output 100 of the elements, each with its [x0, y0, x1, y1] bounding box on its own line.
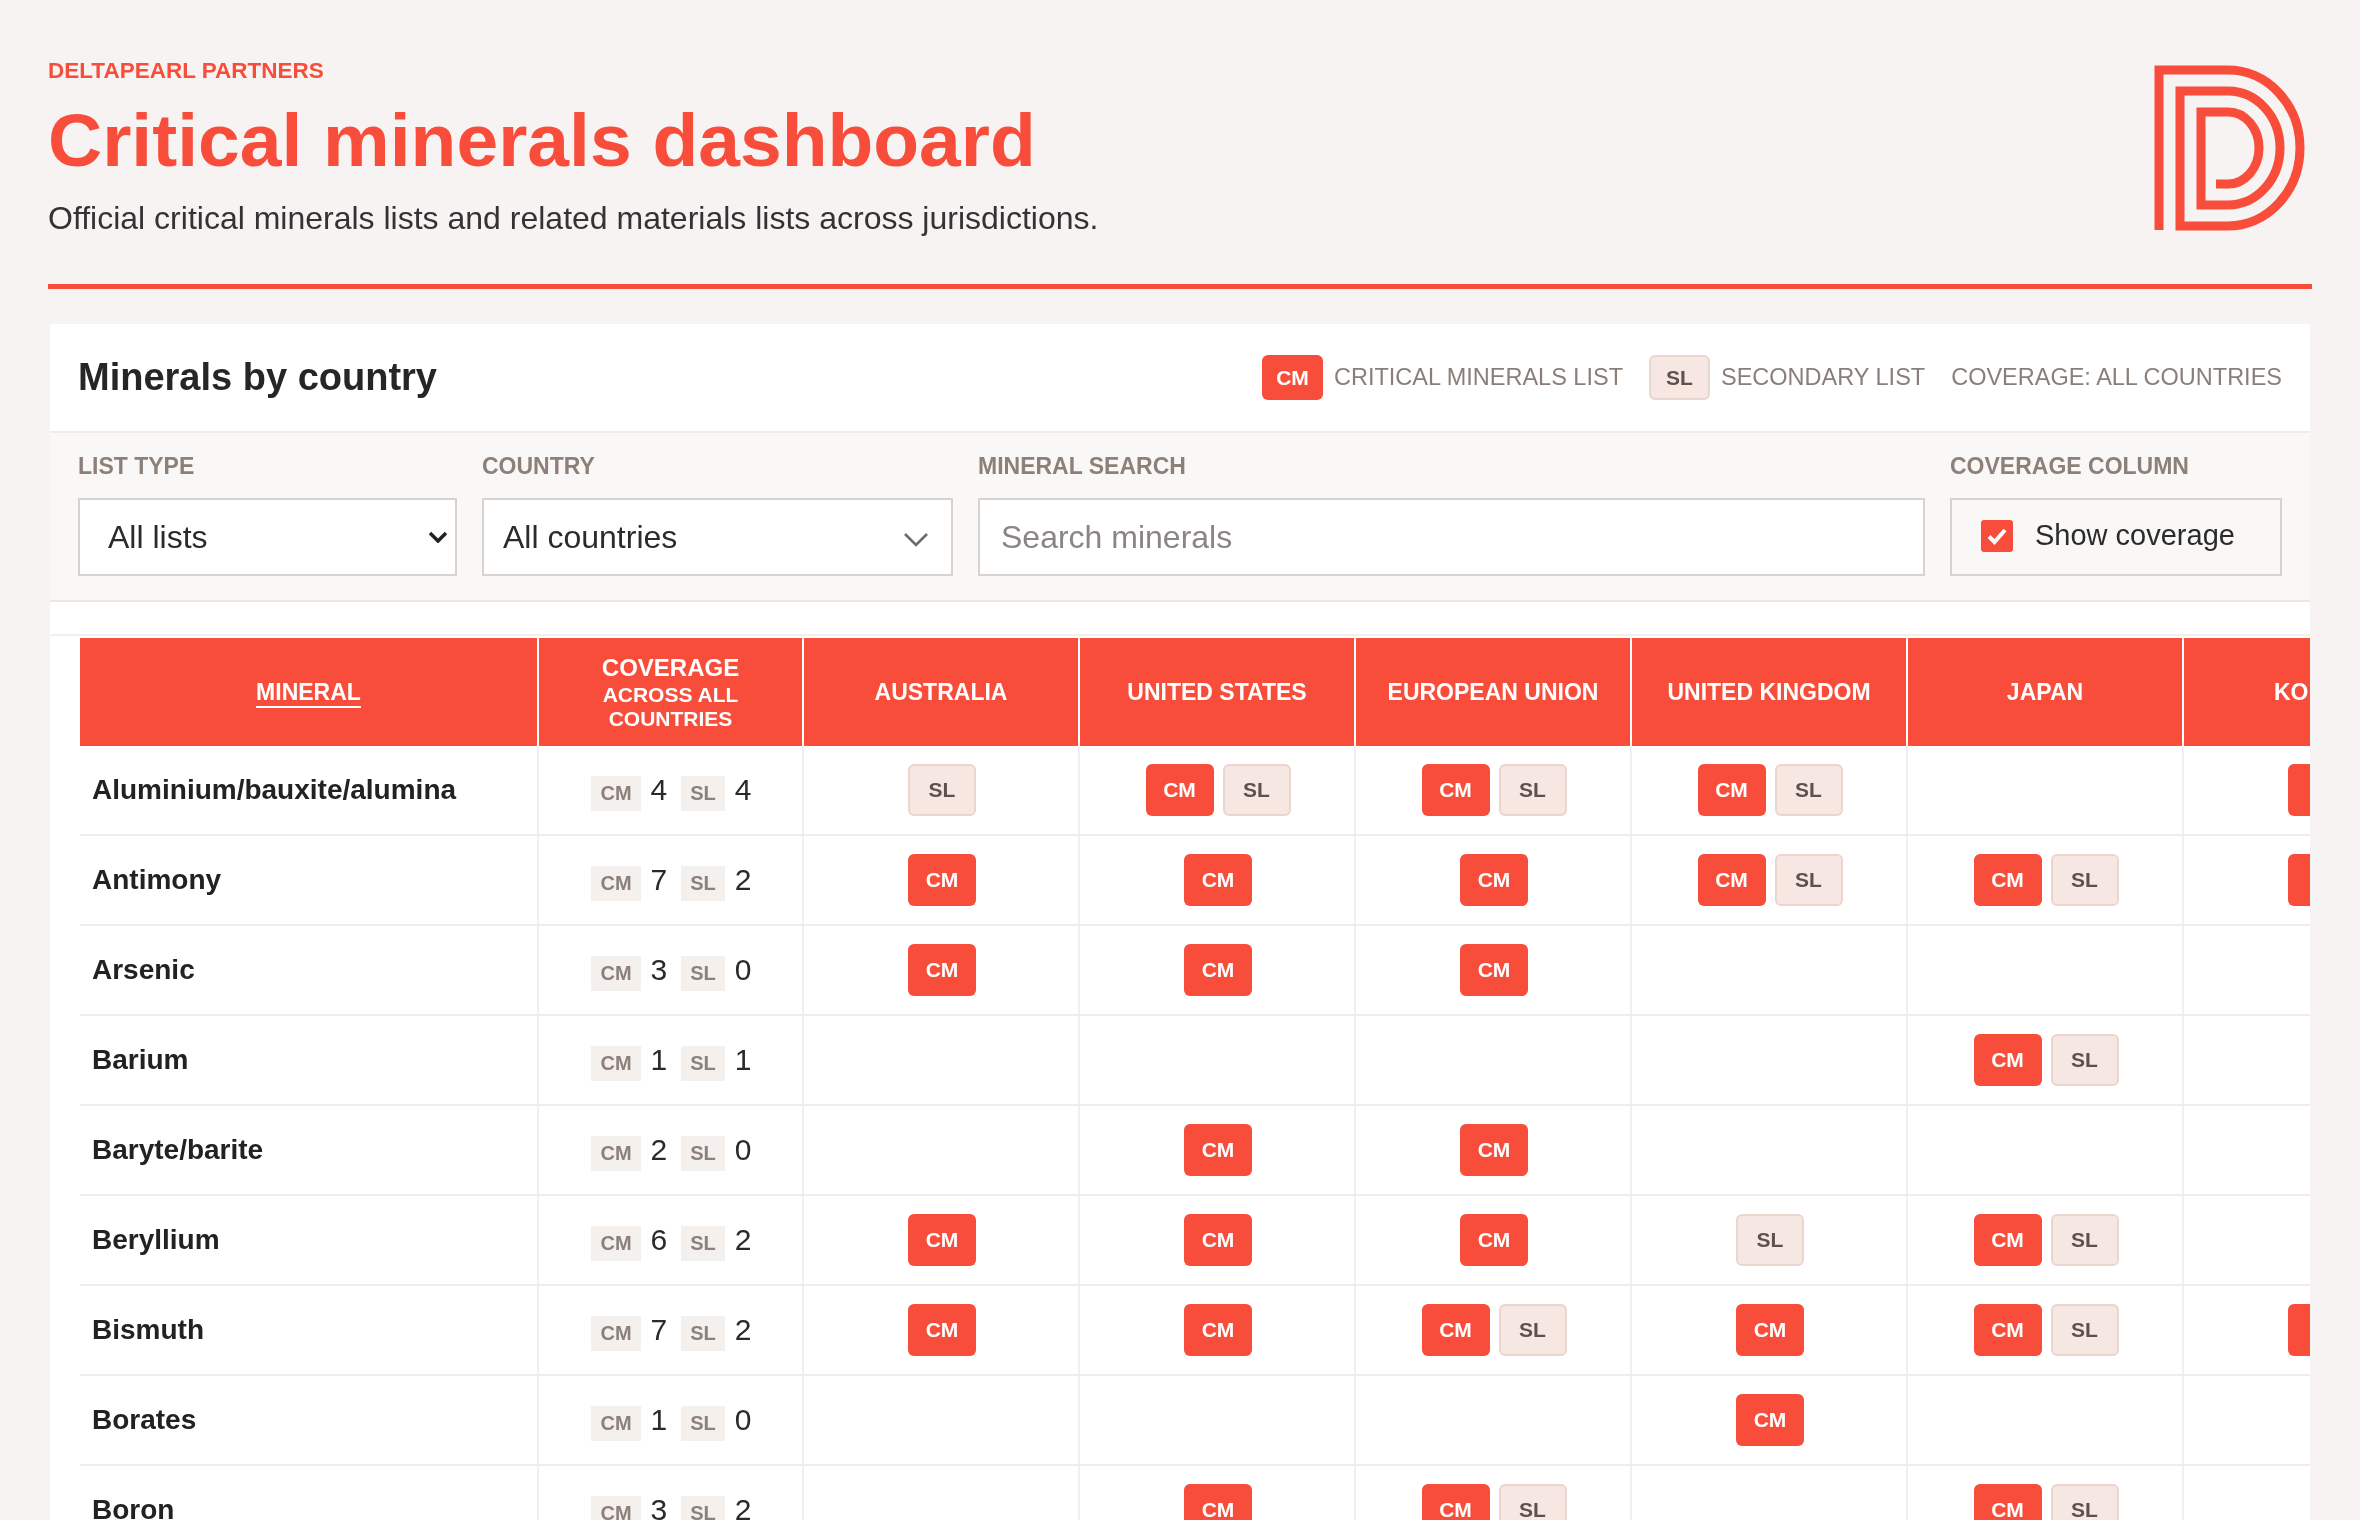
list-badge: CM: [1973, 1304, 2042, 1356]
mineral-name: Arsenic: [92, 954, 195, 986]
list-badge: SL: [1736, 1214, 1804, 1266]
legend-label: SECONDARY LIST: [1721, 364, 1926, 391]
list-tag: CM: [591, 775, 641, 811]
list-count: 7: [650, 863, 668, 897]
list-tag: CM: [591, 1045, 641, 1081]
list-count: 7: [650, 1313, 668, 1347]
filter-label: COUNTRY: [482, 452, 596, 480]
list-badge: [2288, 764, 2310, 816]
column-header[interactable]: JAPAN: [1908, 638, 2184, 746]
list-tag: CM: [591, 1225, 641, 1261]
column-header[interactable]: COVERAGE ACROSS ALL COUNTRIES: [539, 638, 804, 746]
list-badge: CM: [908, 854, 976, 906]
panel-title: Minerals by country: [78, 356, 437, 399]
column-header[interactable]: MINERAL: [80, 638, 539, 746]
list-count: 2: [734, 1223, 752, 1257]
dropdown[interactable]: All countries: [482, 498, 953, 576]
list-count: 0: [734, 953, 752, 987]
list-badge: SL: [1774, 764, 1843, 816]
list-badge: CM: [1421, 764, 1490, 816]
mineral-name: Baryte/barite: [92, 1134, 264, 1166]
list-badge: CM: [1184, 1304, 1252, 1356]
list-badge: CM: [1184, 1484, 1252, 1520]
list-count: 1: [650, 1043, 668, 1077]
mineral-name: Bismuth: [92, 1314, 204, 1346]
list-badge: SL: [2050, 1304, 2119, 1356]
mineral-name: Barium: [92, 1044, 189, 1076]
filter-label: COVERAGE COLUMN: [1950, 452, 2190, 480]
list-badge: CM: [1184, 1214, 1252, 1266]
list-badge: SL: [908, 764, 976, 816]
list-count: 4: [734, 773, 752, 807]
list-tag: CM: [591, 1135, 641, 1171]
legend-label: CRITICAL MINERALS LIST: [1333, 364, 1623, 391]
list-tag: CM: [591, 955, 641, 991]
list-count: 4: [650, 773, 668, 807]
legend-badge: SL: [1649, 355, 1710, 400]
list-badge: SL: [1498, 1484, 1567, 1520]
mineral-name: Aluminium/bauxite/alumina: [92, 774, 457, 806]
coverage-note: COVERAGE: ALL COUNTRIES: [1951, 364, 2282, 391]
list-count: 3: [650, 953, 668, 987]
list-badge: CM: [1184, 944, 1252, 996]
coverage-header-subtitle: ACROSS ALL COUNTRIES: [601, 683, 740, 731]
list-tag: CM: [591, 1495, 641, 1520]
list-badge: CM: [1184, 854, 1252, 906]
list-badge: CM: [908, 944, 976, 996]
list-badge: [2288, 854, 2310, 906]
list-badge: SL: [2050, 1484, 2119, 1520]
coverage-header-title: COVERAGE: [601, 653, 740, 683]
company-name: DELTAPEARL PARTNERS: [48, 57, 325, 84]
list-tag: SL: [681, 775, 725, 811]
chevron-down-icon: [428, 531, 448, 543]
list-badge: CM: [908, 1304, 976, 1356]
list-badge: CM: [1460, 1124, 1528, 1176]
column-header[interactable]: EUROPEAN UNION: [1356, 638, 1632, 746]
list-tag: SL: [681, 955, 725, 991]
mineral-name: Boron: [92, 1494, 175, 1520]
list-count: 2: [734, 1493, 752, 1520]
list-tag: CM: [591, 1315, 641, 1351]
list-badge: CM: [1973, 1484, 2042, 1520]
dropdown[interactable]: All lists: [78, 498, 457, 576]
list-badge: SL: [2050, 854, 2119, 906]
filter-label: MINERAL SEARCH: [978, 452, 1187, 480]
list-tag: SL: [681, 1405, 725, 1441]
list-tag: SL: [681, 1315, 725, 1351]
list-badge: SL: [1498, 1304, 1567, 1356]
chevron-down-icon: [903, 531, 929, 547]
list-badge: CM: [908, 1214, 976, 1266]
list-badge: CM: [1460, 854, 1528, 906]
list-count: 1: [734, 1043, 752, 1077]
filter-label: LIST TYPE: [78, 452, 196, 480]
list-tag: SL: [681, 1045, 725, 1081]
list-badge: CM: [1973, 854, 2042, 906]
coverage-toggle[interactable]: Show coverage: [1950, 498, 2282, 576]
column-header[interactable]: UNITED STATES: [1080, 638, 1356, 746]
list-tag: SL: [681, 865, 725, 901]
column-header[interactable]: AUSTRALIA: [804, 638, 1080, 746]
checkbox[interactable]: [1981, 519, 2013, 552]
list-badge: CM: [1697, 854, 1766, 906]
mineral-name: Beryllium: [92, 1224, 220, 1256]
list-badge: CM: [1421, 1304, 1490, 1356]
list-badge: SL: [2050, 1034, 2119, 1086]
list-badge: CM: [1973, 1214, 2042, 1266]
list-badge: SL: [2050, 1214, 2119, 1266]
mineral-name: Antimony: [92, 864, 222, 896]
list-tag: CM: [591, 1405, 641, 1441]
list-tag: SL: [681, 1135, 725, 1171]
list-badge: CM: [1736, 1394, 1804, 1446]
list-badge: [2288, 1304, 2310, 1356]
mineral-name: Borates: [92, 1404, 197, 1436]
list-count: 6: [650, 1223, 668, 1257]
list-badge: SL: [1774, 854, 1843, 906]
list-count: 1: [650, 1403, 668, 1437]
column-header[interactable]: KO: [2184, 638, 2310, 746]
list-count: 2: [650, 1133, 668, 1167]
list-count: 0: [734, 1133, 752, 1167]
list-badge: CM: [1460, 1214, 1528, 1266]
search-field[interactable]: Search minerals: [978, 498, 1925, 576]
column-header[interactable]: UNITED KINGDOM: [1632, 638, 1908, 746]
list-tag: CM: [591, 865, 641, 901]
